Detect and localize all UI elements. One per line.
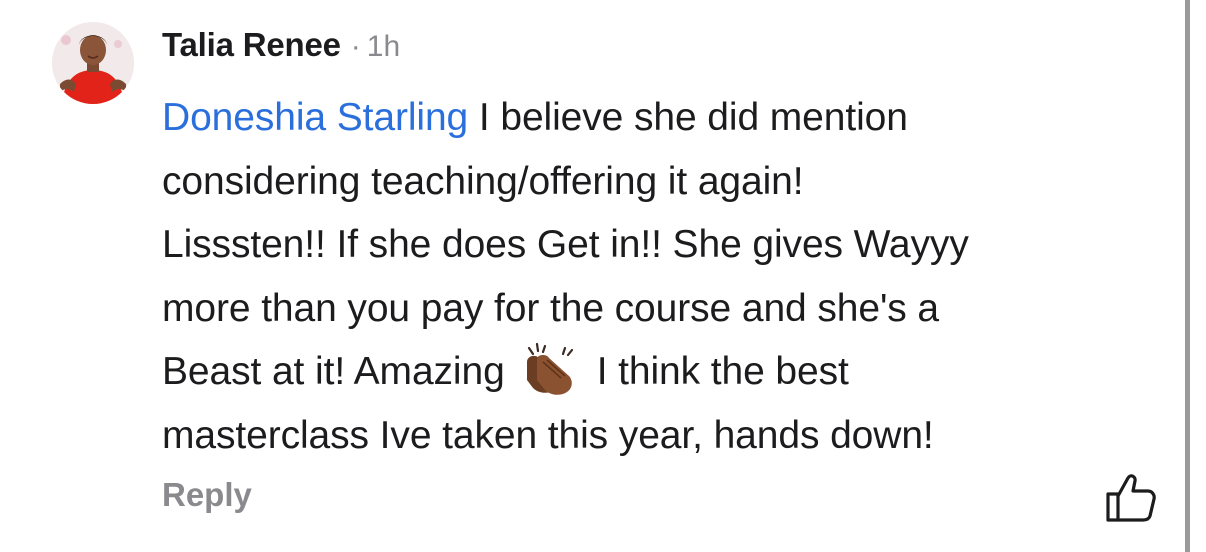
avatar-image — [52, 22, 134, 104]
comment-text-fragment: I think the best — [596, 350, 849, 393]
timestamp[interactable]: 1h — [367, 30, 400, 64]
comment-line: more than you pay for the course and she… — [162, 286, 940, 330]
comment-line: Beast at it! Amazing I think the best — [162, 340, 1162, 404]
author-name[interactable]: Talia Renee — [162, 26, 341, 64]
separator-dot: · — [350, 30, 361, 63]
like-button[interactable] — [1102, 470, 1158, 526]
clapping-hands-icon — [517, 340, 587, 396]
scrollbar[interactable] — [1185, 0, 1190, 552]
comment-line: masterclass Ive taken this year, hands d… — [162, 413, 934, 457]
comment-line: Doneshia Starling I believe she did ment… — [162, 86, 1162, 150]
reply-button[interactable]: Reply — [162, 476, 252, 514]
comment-item: Talia Renee · 1h Doneshia Starling I bel… — [52, 20, 1162, 540]
thumbs-up-icon — [1106, 474, 1156, 522]
comment-body: Doneshia Starling I believe she did ment… — [162, 86, 1162, 467]
comment-line: considering teaching/offering it again! — [162, 159, 804, 203]
mention-link[interactable]: Doneshia Starling — [162, 96, 468, 139]
comment-header: Talia Renee · 1h — [162, 26, 400, 70]
comment-line: Lisssten!! If she does Get in!! She give… — [162, 223, 969, 266]
comment-text-fragment: Beast at it! Amazing — [162, 350, 505, 393]
comment-text-fragment: I believe she did mention — [468, 96, 908, 139]
avatar[interactable] — [52, 22, 134, 104]
